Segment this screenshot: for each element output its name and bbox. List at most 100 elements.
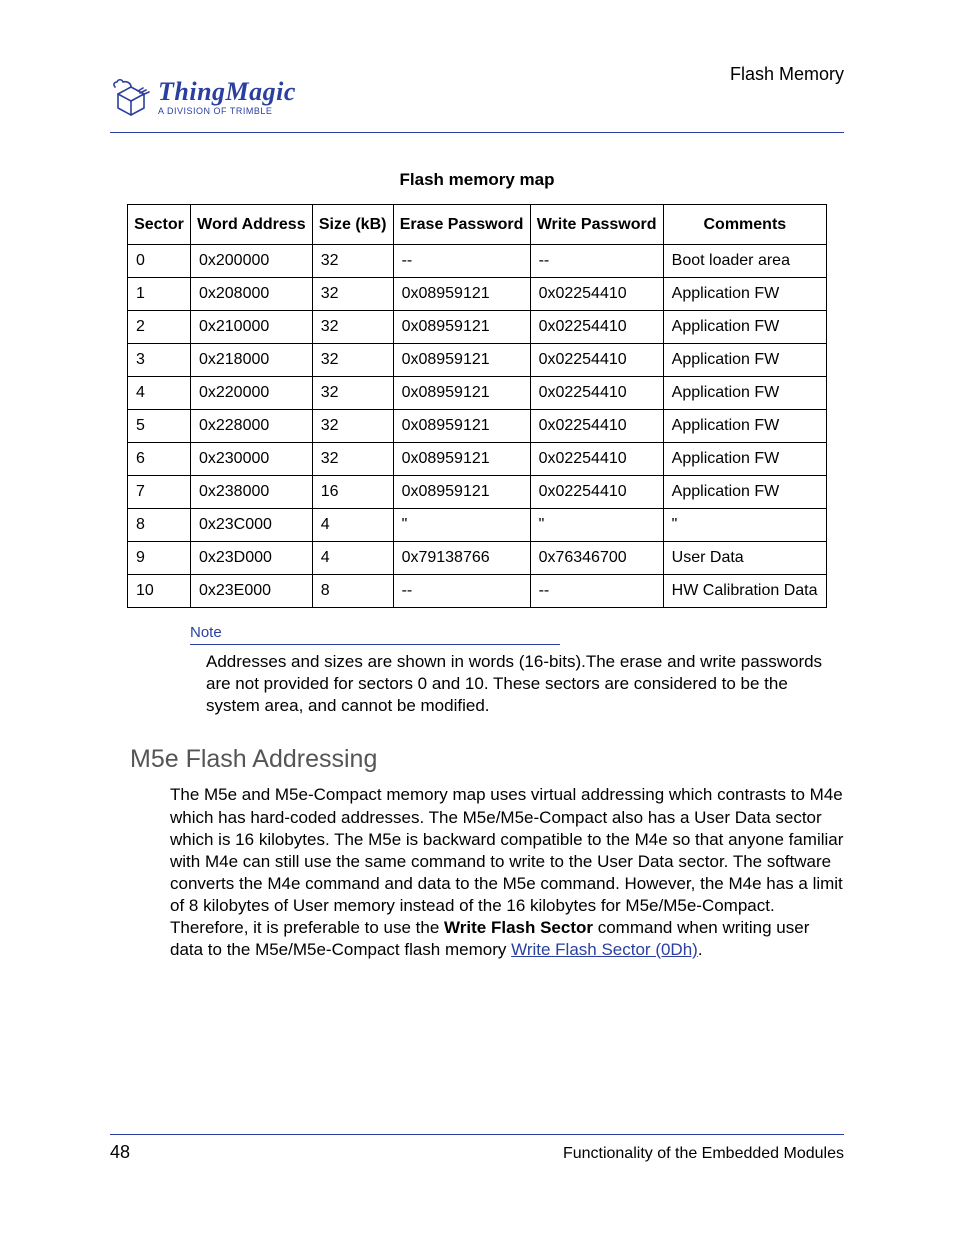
table-row: 70x238000160x089591210x02254410Applicati…: [128, 476, 827, 509]
cell-comments: Boot loader area: [663, 245, 826, 278]
cell-sector: 0: [128, 245, 191, 278]
cell-comments: User Data: [663, 542, 826, 575]
cell-size: 32: [312, 377, 393, 410]
cell-addr: 0x218000: [190, 344, 312, 377]
cell-write: 0x02254410: [530, 344, 663, 377]
cell-addr: 0x230000: [190, 443, 312, 476]
cell-comments: Application FW: [663, 311, 826, 344]
cell-comments: ": [663, 509, 826, 542]
cell-write: 0x02254410: [530, 377, 663, 410]
cell-sector: 5: [128, 410, 191, 443]
cell-erase: 0x08959121: [393, 344, 530, 377]
cell-write: 0x02254410: [530, 311, 663, 344]
cell-erase: 0x08959121: [393, 311, 530, 344]
cell-sector: 3: [128, 344, 191, 377]
cell-erase: 0x08959121: [393, 377, 530, 410]
cell-comments: HW Calibration Data: [663, 575, 826, 608]
cell-write: 0x02254410: [530, 476, 663, 509]
page: Flash Memory ThingMagic A: [0, 0, 954, 1235]
cell-addr: 0x228000: [190, 410, 312, 443]
table-row: 20x210000320x089591210x02254410Applicati…: [128, 311, 827, 344]
cell-comments: Application FW: [663, 278, 826, 311]
cell-erase: 0x08959121: [393, 278, 530, 311]
cell-size: 4: [312, 542, 393, 575]
table-row: 40x220000320x089591210x02254410Applicati…: [128, 377, 827, 410]
cell-sector: 9: [128, 542, 191, 575]
note-body: Addresses and sizes are shown in words (…: [206, 651, 826, 717]
cell-erase: 0x08959121: [393, 410, 530, 443]
table-row: 50x228000320x089591210x02254410Applicati…: [128, 410, 827, 443]
cell-addr: 0x23E000: [190, 575, 312, 608]
footer-title: Functionality of the Embedded Modules: [563, 1145, 844, 1163]
header: Flash Memory ThingMagic A: [110, 64, 844, 134]
cell-erase: 0x08959121: [393, 476, 530, 509]
cell-comments: Application FW: [663, 377, 826, 410]
cell-erase: ": [393, 509, 530, 542]
cell-comments: Application FW: [663, 344, 826, 377]
cell-erase: --: [393, 575, 530, 608]
body-bold: Write Flash Sector: [444, 918, 593, 937]
cell-addr: 0x23D000: [190, 542, 312, 575]
flash-memory-table: Sector Word Address Size (kB) Erase Pass…: [127, 204, 827, 608]
table-caption: Flash memory map: [110, 170, 844, 190]
table-row: 90x23D00040x791387660x76346700User Data: [128, 542, 827, 575]
cell-write: 0x02254410: [530, 278, 663, 311]
logo: ThingMagic A DIVISION OF TRIMBLE: [110, 76, 296, 118]
cell-size: 32: [312, 443, 393, 476]
cell-sector: 6: [128, 443, 191, 476]
cell-write: 0x02254410: [530, 410, 663, 443]
cell-write: --: [530, 575, 663, 608]
table-row: 30x218000320x089591210x02254410Applicati…: [128, 344, 827, 377]
cell-addr: 0x200000: [190, 245, 312, 278]
cell-write: ": [530, 509, 663, 542]
cell-size: 32: [312, 344, 393, 377]
table-header-row: Sector Word Address Size (kB) Erase Pass…: [128, 205, 827, 245]
cell-sector: 4: [128, 377, 191, 410]
note-block: Note Addresses and sizes are shown in wo…: [190, 624, 844, 717]
logo-brand: ThingMagic: [158, 79, 296, 105]
cell-sector: 8: [128, 509, 191, 542]
cell-erase: 0x79138766: [393, 542, 530, 575]
table-row: 80x23C0004""": [128, 509, 827, 542]
header-section-title: Flash Memory: [730, 64, 844, 85]
cell-comments: Application FW: [663, 476, 826, 509]
cell-size: 8: [312, 575, 393, 608]
cell-addr: 0x210000: [190, 311, 312, 344]
header-rule: [110, 132, 844, 133]
body-text: .: [698, 940, 703, 959]
page-number: 48: [110, 1142, 130, 1163]
cell-addr: 0x208000: [190, 278, 312, 311]
col-sector: Sector: [128, 205, 191, 245]
note-label: Note: [190, 624, 560, 645]
cell-size: 32: [312, 311, 393, 344]
section-heading: M5e Flash Addressing: [130, 745, 844, 774]
write-flash-sector-link[interactable]: Write Flash Sector (0Dh): [511, 940, 698, 959]
col-erase-pw: Erase Password: [393, 205, 530, 245]
cell-comments: Application FW: [663, 443, 826, 476]
cell-addr: 0x238000: [190, 476, 312, 509]
col-write-pw: Write Password: [530, 205, 663, 245]
col-size: Size (kB): [312, 205, 393, 245]
cell-sector: 7: [128, 476, 191, 509]
cell-size: 32: [312, 278, 393, 311]
body-text: The M5e and M5e-Compact memory map uses …: [170, 785, 843, 937]
table-row: 60x230000320x089591210x02254410Applicati…: [128, 443, 827, 476]
table-row: 00x20000032----Boot loader area: [128, 245, 827, 278]
cell-sector: 1: [128, 278, 191, 311]
thingmagic-cube-icon: [110, 76, 152, 118]
table-row: 10x208000320x089591210x02254410Applicati…: [128, 278, 827, 311]
cell-addr: 0x23C000: [190, 509, 312, 542]
cell-sector: 2: [128, 311, 191, 344]
cell-addr: 0x220000: [190, 377, 312, 410]
table-row: 100x23E0008----HW Calibration Data: [128, 575, 827, 608]
cell-write: 0x76346700: [530, 542, 663, 575]
logo-text: ThingMagic A DIVISION OF TRIMBLE: [158, 79, 296, 116]
cell-erase: 0x08959121: [393, 443, 530, 476]
cell-size: 32: [312, 410, 393, 443]
cell-size: 32: [312, 245, 393, 278]
cell-sector: 10: [128, 575, 191, 608]
col-word-address: Word Address: [190, 205, 312, 245]
footer-rule: [110, 1134, 844, 1135]
logo-subtitle: A DIVISION OF TRIMBLE: [158, 107, 296, 116]
cell-size: 16: [312, 476, 393, 509]
